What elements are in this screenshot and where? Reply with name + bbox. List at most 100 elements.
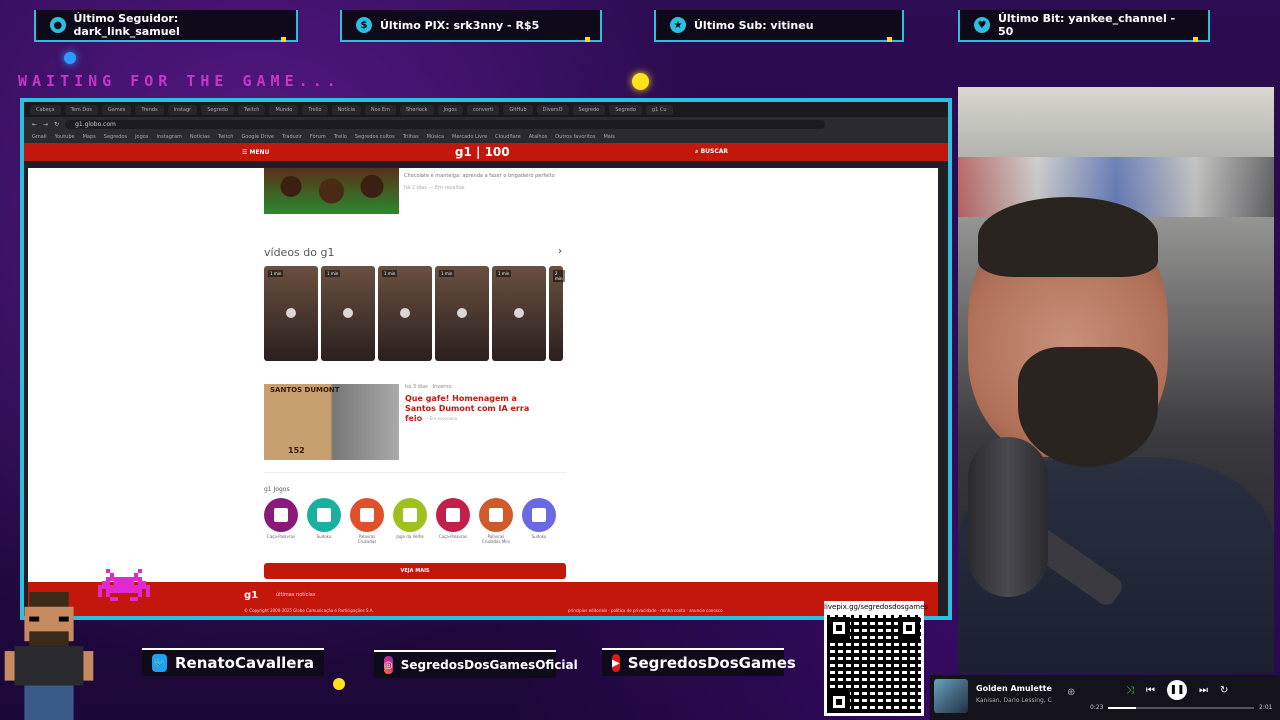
browser-tab[interactable]: Nos Em [364, 104, 396, 115]
bookmark-item[interactable]: Google Drive [241, 134, 274, 140]
bookmark-item[interactable]: Trilhas [403, 134, 419, 140]
g1-page: Chocolate e manteiga: aprenda a fazer o … [28, 168, 938, 582]
bookmark-item[interactable]: Segredos [104, 134, 127, 140]
player-controls: ⤨ ⏮ ❚❚ ⏭ ↻ [1126, 680, 1228, 700]
videos-next-icon[interactable]: › [558, 246, 562, 257]
bookmark-item[interactable]: Traduzir [282, 134, 302, 140]
browser-tab[interactable]: Segredo [201, 104, 234, 115]
browser-tab[interactable]: Segredo [572, 104, 606, 115]
browser-tab[interactable]: Notícia [331, 104, 361, 115]
progress-bar[interactable] [1108, 707, 1254, 709]
bookmark-item[interactable]: Cloudflare [495, 134, 521, 140]
browser-tabs: Cabeça Tem Dos Games Trends Instagr Segredo Tw… [24, 102, 948, 117]
news-meta: há 3 dias · Inverno [405, 384, 452, 390]
brigadeiro-text: Chocolate e manteiga: aprenda a fazer o … [404, 173, 555, 179]
game-item[interactable]: Caça-Palavras [436, 498, 470, 544]
browser-tab[interactable]: Segredo [609, 104, 642, 115]
video-thumbnail[interactable]: 1 min [321, 266, 375, 361]
bookmark-item[interactable]: Fórum [310, 134, 326, 140]
forward-icon[interactable]: → [43, 121, 48, 128]
browser-tab[interactable]: Trends [135, 104, 164, 115]
streamer-hair [978, 197, 1158, 277]
brigadeiro-article[interactable]: Chocolate e manteiga: aprenda a fazer o … [404, 172, 564, 192]
game-item[interactable]: Jogo da Velha [393, 498, 427, 544]
video-thumbnail[interactable]: 1 min [378, 266, 432, 361]
star-icon: ★ [670, 17, 686, 33]
search-label: BUSCAR [700, 148, 728, 155]
bookmark-item[interactable]: Atalhos [529, 134, 548, 140]
video-thumbnail[interactable]: 1 min [492, 266, 546, 361]
decor-yellow-dot [333, 678, 345, 690]
video-thumbnail[interactable]: 2 min [549, 266, 565, 361]
browser-tab[interactable]: Cabeça [30, 104, 61, 115]
bookmark-item[interactable]: Música [427, 134, 444, 140]
game-item[interactable]: Palavras Cruzadas [350, 498, 384, 544]
see-more-button[interactable]: VEJA MAIS [264, 563, 566, 579]
instagram-handle[interactable]: ◎ SegredosDosGamesOficial [374, 650, 578, 678]
qr-label: livepix.gg/segredosdosgames [824, 603, 929, 611]
browser-tab[interactable]: g1 Cu [645, 104, 673, 115]
browser-tab[interactable]: converti [466, 104, 500, 115]
alert-dot [585, 37, 590, 42]
bookmark-item[interactable]: Youtube [55, 134, 75, 140]
browser-tab[interactable]: Trello [302, 104, 328, 115]
game-item[interactable]: Sudoku [522, 498, 556, 544]
song-artist: Kanisan, Dario Lessing, C [976, 697, 1052, 704]
reload-icon[interactable]: ↻ [54, 121, 59, 128]
g1-logo[interactable]: g1 | 100 [455, 145, 510, 159]
add-icon[interactable]: ⊕ [1067, 687, 1075, 698]
game-label: Sudoku [531, 534, 547, 539]
shuffle-icon[interactable]: ⤨ [1126, 685, 1134, 696]
browser-tab[interactable]: GitHub [503, 104, 533, 115]
bookmark-item[interactable]: Notícias [190, 134, 210, 140]
url-input[interactable]: g1.globo.com [65, 119, 826, 129]
bookmark-item[interactable]: Segredos cultos [355, 134, 395, 140]
pause-button[interactable]: ❚❚ [1167, 680, 1187, 700]
browser-tab[interactable]: DiversO [536, 104, 569, 115]
alert-dot [281, 37, 286, 42]
santos-dumont-image[interactable]: SANTOS DUMONT 152 [264, 384, 399, 460]
browser-tab[interactable]: Sherlock [399, 104, 434, 115]
video-duration: 1 min [382, 270, 398, 277]
next-icon[interactable]: ⏭ [1199, 685, 1208, 696]
instagram-icon: ◎ [384, 656, 393, 674]
game-icon [393, 498, 427, 532]
video-duration: 1 min [325, 270, 341, 277]
menu-button[interactable]: ☰ MENU [242, 149, 269, 156]
browser-tab[interactable]: Tem Dos [64, 104, 98, 115]
bookmark-item[interactable]: Mais [603, 134, 614, 140]
footer-logo[interactable]: g1 [244, 590, 258, 601]
bookmark-item[interactable]: Instagram [156, 134, 181, 140]
footer-links[interactable]: princípios editoriais · política de priv… [568, 608, 723, 613]
bookmark-item[interactable]: Outros favoritos [555, 134, 595, 140]
bookmark-item[interactable]: Trello [334, 134, 347, 140]
video-thumbnail[interactable]: 1 min [435, 266, 489, 361]
bookmark-item[interactable]: Twitch [218, 134, 234, 140]
game-item[interactable]: Palavras Cruzadas Mini [479, 498, 513, 544]
waiting-text: WAITING FOR THE GAME... [18, 72, 341, 90]
brigadeiro-image[interactable] [264, 168, 399, 214]
game-item[interactable]: Caça-Palavras [264, 498, 298, 544]
repeat-icon[interactable]: ↻ [1220, 685, 1228, 696]
bookmark-item[interactable]: Jogos [135, 134, 148, 140]
previous-icon[interactable]: ⏮ [1146, 685, 1155, 696]
bookmark-item[interactable]: Maps [83, 134, 96, 140]
search-button[interactable]: ⌕ BUSCAR [695, 148, 728, 156]
browser-tab[interactable]: Instagr [167, 104, 198, 115]
play-icon [514, 308, 524, 318]
browser-window: Cabeça Tem Dos Games Trends Instagr Segredo Tw… [20, 98, 952, 620]
instagram-text: SegredosDosGamesOficial [400, 658, 578, 672]
youtube-handle[interactable]: ▶ SegredosDosGames [602, 648, 796, 676]
browser-tab[interactable]: Jogos [437, 104, 463, 115]
bookmarks-bar: Gmail Youtube Maps Segredos Jogos Instagram No… [24, 131, 948, 143]
bookmark-item[interactable]: Gmail [32, 134, 47, 140]
bookmark-item[interactable]: Mercado Livre [452, 134, 487, 140]
twitter-handle[interactable]: 🐦 RenatoCavallera [142, 648, 324, 676]
browser-tab[interactable]: Mundo [269, 104, 299, 115]
browser-tab[interactable]: Twitch [237, 104, 266, 115]
footer-copyright: © Copyright 2000-2025 Globo Comunicação … [244, 608, 374, 613]
back-icon[interactable]: ← [32, 121, 37, 128]
video-thumbnail[interactable]: 1 min [264, 266, 318, 361]
game-item[interactable]: Sudoku [307, 498, 341, 544]
browser-tab[interactable]: Games [101, 104, 132, 115]
